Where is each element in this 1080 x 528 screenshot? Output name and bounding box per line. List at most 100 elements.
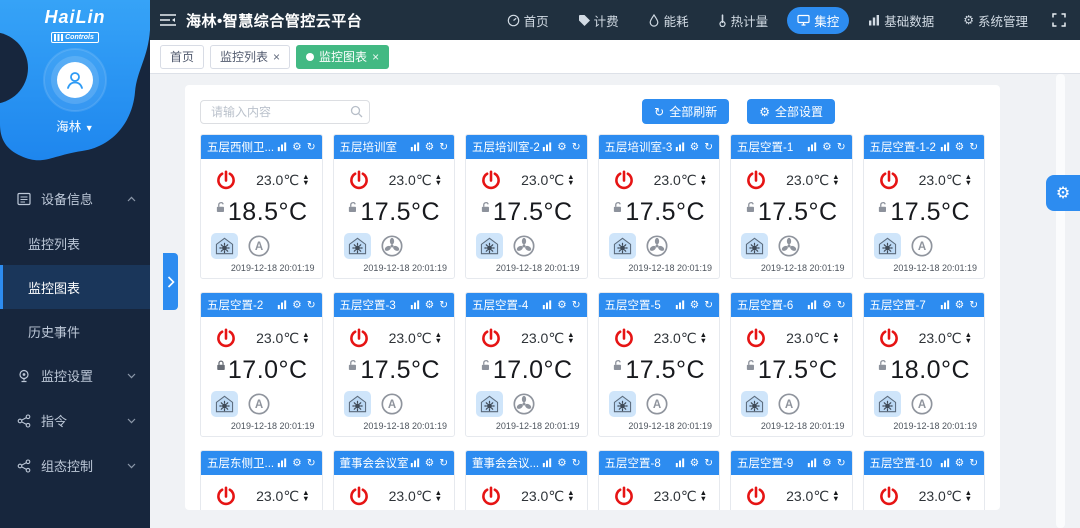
search-icon[interactable]	[350, 105, 363, 118]
step-down-icon[interactable]: ▼	[965, 180, 972, 187]
card-settings-icon[interactable]: ⚙	[557, 300, 566, 311]
sidebar-item-history-events[interactable]: 历史事件	[0, 309, 150, 353]
card-settings-icon[interactable]: ⚙	[557, 458, 566, 469]
heat-mode-icon[interactable]	[211, 391, 238, 417]
step-down-icon[interactable]: ▼	[302, 338, 309, 345]
heat-mode-icon[interactable]	[741, 233, 768, 259]
card-settings-icon[interactable]: ⚙	[292, 142, 301, 153]
power-icon[interactable]	[745, 327, 767, 349]
auto-fan-mode-icon[interactable]: A	[246, 391, 272, 417]
card-refresh-icon[interactable]: ↻	[969, 142, 978, 153]
card-settings-icon[interactable]: ⚙	[955, 300, 964, 311]
setpoint-stepper[interactable]: ▲▼	[832, 490, 839, 503]
close-icon[interactable]: ×	[273, 51, 280, 63]
sidebar-item-config-control[interactable]: 组态控制	[0, 443, 150, 488]
card-chart-icon[interactable]	[807, 142, 817, 152]
setpoint-stepper[interactable]: ▲▼	[435, 332, 442, 345]
setpoint-stepper[interactable]: ▲▼	[700, 332, 707, 345]
power-icon[interactable]	[480, 485, 502, 507]
power-icon[interactable]	[613, 169, 635, 191]
card-settings-icon[interactable]: ⚙	[955, 458, 964, 469]
card-refresh-icon[interactable]: ↻	[704, 300, 713, 311]
heat-mode-icon[interactable]	[476, 233, 503, 259]
power-icon[interactable]	[878, 485, 900, 507]
step-down-icon[interactable]: ▼	[567, 180, 574, 187]
panel-expander[interactable]	[163, 253, 178, 310]
heat-mode-icon[interactable]	[874, 391, 901, 417]
card-chart-icon[interactable]	[940, 458, 950, 468]
step-down-icon[interactable]: ▼	[567, 338, 574, 345]
setpoint-stepper[interactable]: ▲▼	[965, 174, 972, 187]
card-refresh-icon[interactable]: ↻	[307, 142, 316, 153]
card-settings-icon[interactable]: ⚙	[292, 300, 301, 311]
card-chart-icon[interactable]	[940, 300, 950, 310]
card-settings-icon[interactable]: ⚙	[955, 142, 964, 153]
card-settings-icon[interactable]: ⚙	[690, 142, 699, 153]
setpoint-stepper[interactable]: ▲▼	[700, 174, 707, 187]
step-down-icon[interactable]: ▼	[700, 180, 707, 187]
fullscreen-icon[interactable]	[1052, 13, 1066, 27]
setpoint-stepper[interactable]: ▲▼	[832, 174, 839, 187]
nav-item-energy[interactable]: 能耗	[638, 7, 699, 34]
card-refresh-icon[interactable]: ↻	[969, 300, 978, 311]
setpoint-stepper[interactable]: ▲▼	[567, 174, 574, 187]
tab-monitor-charts[interactable]: 监控图表 ×	[296, 45, 389, 69]
step-down-icon[interactable]: ▼	[302, 180, 309, 187]
close-icon[interactable]: ×	[372, 51, 379, 63]
power-icon[interactable]	[480, 169, 502, 191]
refresh-all-button[interactable]: ↻ 全部刷新	[642, 99, 729, 124]
card-chart-icon[interactable]	[807, 300, 817, 310]
power-icon[interactable]	[215, 169, 237, 191]
settings-panel-toggle[interactable]: ⚙	[1046, 175, 1080, 211]
power-icon[interactable]	[613, 485, 635, 507]
card-refresh-icon[interactable]: ↻	[307, 458, 316, 469]
card-settings-icon[interactable]: ⚙	[690, 458, 699, 469]
card-refresh-icon[interactable]: ↻	[704, 142, 713, 153]
tab-home[interactable]: 首页	[160, 45, 204, 69]
scrollbar[interactable]	[1056, 74, 1065, 528]
collapse-menu-icon[interactable]	[160, 14, 178, 26]
card-refresh-icon[interactable]: ↻	[307, 300, 316, 311]
step-down-icon[interactable]: ▼	[435, 338, 442, 345]
sidebar-item-commands[interactable]: 指令	[0, 398, 150, 443]
heat-mode-icon[interactable]	[476, 391, 503, 417]
power-icon[interactable]	[215, 485, 237, 507]
fan-mode-icon[interactable]	[644, 233, 670, 259]
card-chart-icon[interactable]	[277, 142, 287, 152]
step-down-icon[interactable]: ▼	[965, 338, 972, 345]
search-input[interactable]	[200, 100, 370, 124]
card-settings-icon[interactable]: ⚙	[822, 300, 831, 311]
card-refresh-icon[interactable]: ↻	[439, 142, 448, 153]
auto-fan-mode-icon[interactable]: A	[776, 391, 802, 417]
card-refresh-icon[interactable]: ↻	[439, 458, 448, 469]
card-settings-icon[interactable]: ⚙	[690, 300, 699, 311]
card-refresh-icon[interactable]: ↻	[572, 458, 581, 469]
card-refresh-icon[interactable]: ↻	[572, 142, 581, 153]
setpoint-stepper[interactable]: ▲▼	[567, 490, 574, 503]
card-refresh-icon[interactable]: ↻	[837, 142, 846, 153]
setpoint-stepper[interactable]: ▲▼	[302, 174, 309, 187]
card-refresh-icon[interactable]: ↻	[572, 300, 581, 311]
power-icon[interactable]	[215, 327, 237, 349]
step-down-icon[interactable]: ▼	[832, 496, 839, 503]
card-chart-icon[interactable]	[542, 142, 552, 152]
auto-fan-mode-icon[interactable]: A	[909, 391, 935, 417]
sidebar-item-monitor-list[interactable]: 监控列表	[0, 221, 150, 265]
card-chart-icon[interactable]	[675, 300, 685, 310]
card-refresh-icon[interactable]: ↻	[837, 300, 846, 311]
card-refresh-icon[interactable]: ↻	[837, 458, 846, 469]
tab-monitor-list[interactable]: 监控列表 ×	[210, 45, 290, 69]
set-all-button[interactable]: ⚙ 全部设置	[747, 99, 835, 124]
auto-fan-mode-icon[interactable]: A	[644, 391, 670, 417]
setpoint-stepper[interactable]: ▲▼	[700, 490, 707, 503]
setpoint-stepper[interactable]: ▲▼	[965, 332, 972, 345]
card-settings-icon[interactable]: ⚙	[292, 458, 301, 469]
nav-item-billing[interactable]: 计费	[568, 7, 629, 34]
step-down-icon[interactable]: ▼	[435, 496, 442, 503]
power-icon[interactable]	[745, 169, 767, 191]
heat-mode-icon[interactable]	[609, 233, 636, 259]
step-down-icon[interactable]: ▼	[700, 496, 707, 503]
card-refresh-icon[interactable]: ↻	[439, 300, 448, 311]
card-chart-icon[interactable]	[277, 458, 287, 468]
fan-mode-icon[interactable]	[379, 233, 405, 259]
